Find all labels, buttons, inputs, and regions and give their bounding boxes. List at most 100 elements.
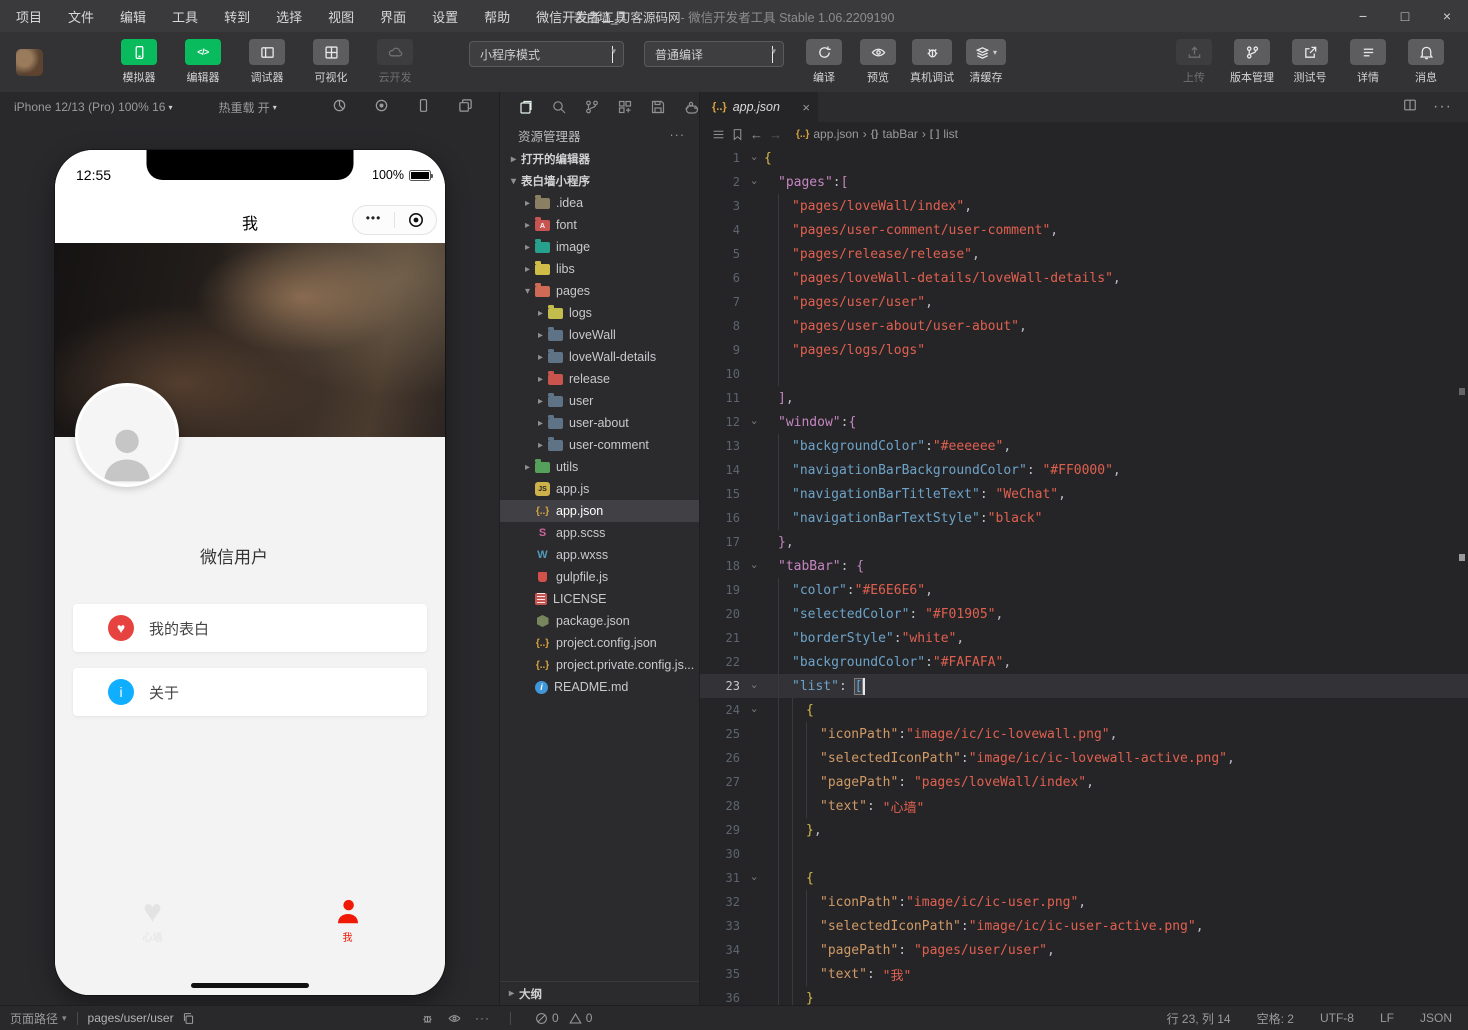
code-line-13[interactable]: 13"backgroundColor":"#eeeeee", [700, 434, 1468, 458]
tree-item-user-about[interactable]: ▸user-about [500, 412, 699, 434]
tree-item-app.js[interactable]: JSapp.js [500, 478, 699, 500]
code-line-32[interactable]: 32"iconPath":"image/ic/ic-user.png", [700, 890, 1468, 914]
fold-chevron-icon[interactable]: › [744, 872, 764, 885]
tree-item-app.wxss[interactable]: Wapp.wxss [500, 544, 699, 566]
sim-multi-window-icon[interactable] [458, 98, 473, 116]
code-line-17[interactable]: 17}, [700, 530, 1468, 554]
code-line-27[interactable]: 27"pagePath": "pages/loveWall/index", [700, 770, 1468, 794]
code-line-28[interactable]: 28"text": "心墙" [700, 794, 1468, 818]
avatar[interactable] [75, 383, 179, 487]
profile-menu-item-about[interactable]: i关于 [73, 668, 427, 716]
breadcrumb-item-tabBar[interactable]: {}tabBar [871, 127, 918, 141]
menu-item-5[interactable]: 选择 [276, 7, 302, 26]
eol-setting[interactable]: LF [1380, 1011, 1394, 1025]
code-line-22[interactable]: 22"backgroundColor":"#FAFAFA", [700, 650, 1468, 674]
fold-chevron-icon[interactable]: › [744, 680, 764, 693]
phone-tab-me[interactable]: 我 [250, 871, 445, 963]
encoding[interactable]: UTF-8 [1320, 1011, 1354, 1025]
code-line-26[interactable]: 26"selectedIconPath":"image/ic/ic-lovewa… [700, 746, 1468, 770]
blocks-icon[interactable] [617, 99, 633, 115]
code-line-33[interactable]: 33"selectedIconPath":"image/ic/ic-user-a… [700, 914, 1468, 938]
menu-item-7[interactable]: 界面 [380, 7, 406, 26]
code-line-6[interactable]: 6"pages/loveWall-details/loveWall-detail… [700, 266, 1468, 290]
compile-select[interactable]: 普通编译 ▾ [644, 41, 784, 67]
eye-icon[interactable] [448, 1012, 461, 1025]
user-avatar[interactable] [16, 49, 43, 76]
tree-item-release[interactable]: ▸release [500, 368, 699, 390]
indent-setting[interactable]: 空格: 2 [1257, 1010, 1294, 1027]
toolbar-button-可视化[interactable]: 可视化 [305, 39, 357, 85]
code-line-16[interactable]: 16"navigationBarTextStyle":"black" [700, 506, 1468, 530]
cursor-position[interactable]: 行 23, 列 14 [1167, 1010, 1231, 1027]
tree-item-font[interactable]: ▸Afont [500, 214, 699, 236]
code-line-3[interactable]: 3"pages/loveWall/index", [700, 194, 1468, 218]
toolbar-button-测试号[interactable]: 测试号 [1284, 39, 1336, 85]
code-line-4[interactable]: 4"pages/user-comment/user-comment", [700, 218, 1468, 242]
maximize-button[interactable]: □ [1384, 0, 1426, 32]
code-line-8[interactable]: 8"pages/user-about/user-about", [700, 314, 1468, 338]
close-button[interactable]: × [1426, 0, 1468, 32]
code-line-1[interactable]: 1›{ [700, 146, 1468, 170]
code-line-35[interactable]: 35"text": "我" [700, 962, 1468, 986]
menu-item-2[interactable]: 编辑 [120, 7, 146, 26]
code-line-36[interactable]: 36} [700, 986, 1468, 1005]
copy-path-icon[interactable] [182, 1012, 195, 1025]
toolbar-button-编译[interactable]: 编译 [798, 39, 850, 85]
menu-item-1[interactable]: 文件 [68, 7, 94, 26]
breadcrumb-item-app.json[interactable]: {..}app.json [796, 127, 859, 141]
code-line-20[interactable]: 20"selectedColor": "#F01905", [700, 602, 1468, 626]
nav-forward-icon[interactable]: → [769, 127, 782, 142]
tree-item-.idea[interactable]: ▸.idea [500, 192, 699, 214]
tree-item-pages[interactable]: ▾pages [500, 280, 699, 302]
code-line-10[interactable]: 10 [700, 362, 1468, 386]
code-line-2[interactable]: 2›"pages":[ [700, 170, 1468, 194]
toolbar-button-版本管理[interactable]: 版本管理 [1226, 39, 1278, 85]
tree-item-libs[interactable]: ▸libs [500, 258, 699, 280]
profile-menu-item-my-confession[interactable]: ♥我的表白 [73, 604, 427, 652]
debug-bug-icon[interactable] [421, 1012, 434, 1025]
toolbar-button-调试器[interactable]: 调试器 [241, 39, 293, 85]
code-line-15[interactable]: 15"navigationBarTitleText": "WeChat", [700, 482, 1468, 506]
mode-select[interactable]: 小程序模式 ▾ [469, 41, 624, 67]
hot-reload-toggle[interactable]: 热重载 开 ▾ [218, 99, 276, 116]
tree-item-loveWall-details[interactable]: ▸loveWall-details [500, 346, 699, 368]
home-indicator[interactable] [191, 983, 309, 988]
tree-item-LICENSE[interactable]: LICENSE [500, 588, 699, 610]
menu-item-3[interactable]: 工具 [172, 7, 198, 26]
code-line-24[interactable]: 24›{ [700, 698, 1468, 722]
explorer-section-1[interactable]: ▾表白墙小程序 [500, 170, 699, 192]
git-icon[interactable] [584, 99, 600, 115]
more-icon[interactable]: ··· [475, 1011, 490, 1025]
bookmark-icon[interactable] [731, 128, 744, 141]
code-line-23[interactable]: 23›"list": [ [700, 674, 1468, 698]
more-actions-icon[interactable]: ··· [1433, 98, 1452, 116]
code-line-34[interactable]: 34"pagePath": "pages/user/user", [700, 938, 1468, 962]
menu-item-8[interactable]: 设置 [432, 7, 458, 26]
tree-item-loveWall[interactable]: ▸loveWall [500, 324, 699, 346]
code-line-19[interactable]: 19"color":"#E6E6E6", [700, 578, 1468, 602]
code-line-5[interactable]: 5"pages/release/release", [700, 242, 1468, 266]
sim-record-icon[interactable] [374, 98, 389, 116]
code-line-11[interactable]: 11], [700, 386, 1468, 410]
menu-item-9[interactable]: 帮助 [484, 7, 510, 26]
fold-chevron-icon[interactable]: › [744, 152, 764, 165]
fold-chevron-icon[interactable]: › [744, 704, 764, 717]
tree-item-project.private.config.js...[interactable]: {..}project.private.config.js... [500, 654, 699, 676]
save-icon[interactable] [650, 99, 666, 115]
fold-chevron-icon[interactable]: › [744, 176, 764, 189]
tab-app-json[interactable]: {..} app.json × [700, 92, 818, 122]
code-area[interactable]: 1›{2›"pages":[3"pages/loveWall/index",4"… [700, 146, 1468, 1005]
code-line-21[interactable]: 21"borderStyle":"white", [700, 626, 1468, 650]
outline-list-icon[interactable] [712, 128, 725, 141]
code-line-29[interactable]: 29}, [700, 818, 1468, 842]
fold-chevron-icon[interactable]: › [744, 560, 764, 573]
tree-item-user[interactable]: ▸user [500, 390, 699, 412]
toolbar-button-云开发[interactable]: 云开发 [369, 39, 421, 85]
code-line-9[interactable]: 9"pages/logs/logs" [700, 338, 1468, 362]
tree-item-logs[interactable]: ▸logs [500, 302, 699, 324]
menu-item-6[interactable]: 视图 [328, 7, 354, 26]
page-path-label[interactable]: 页面路径 [10, 1010, 58, 1027]
toolbar-button-消息[interactable]: 消息 [1400, 39, 1452, 85]
problems-indicator[interactable]: 0 0 [535, 1011, 592, 1025]
code-line-25[interactable]: 25"iconPath":"image/ic/ic-lovewall.png", [700, 722, 1468, 746]
